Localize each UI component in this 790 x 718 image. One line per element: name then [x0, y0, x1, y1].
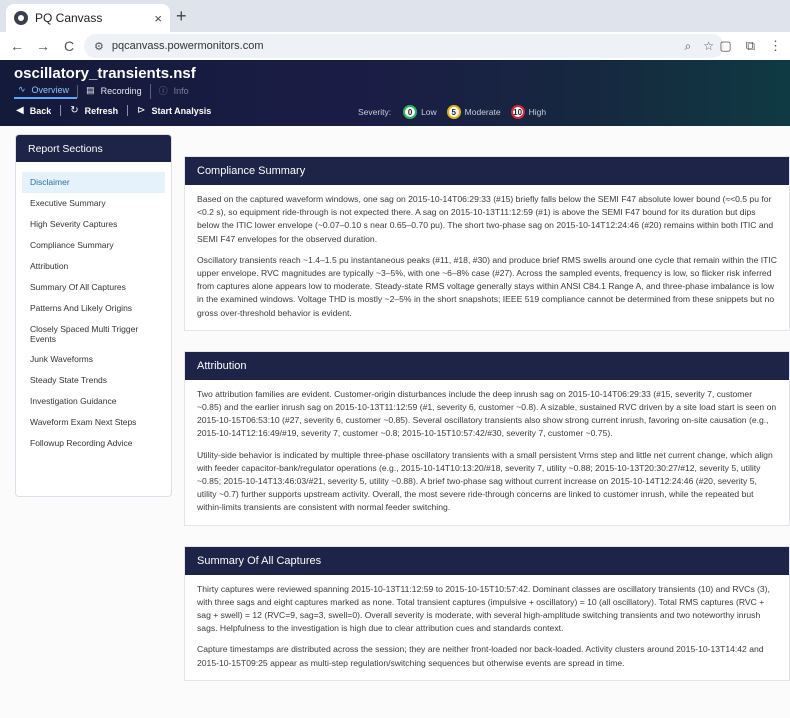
section-body: Two attribution families are evident. Cu… [185, 380, 789, 525]
content-area: Report Sections Disclaimer Executive Summ… [0, 126, 790, 718]
browser-forward-icon[interactable]: → [30, 38, 56, 54]
app-nav-tabs: ∿ Overview ▤ Recording ⓘ Info [14, 84, 197, 99]
back-label: Back [29, 105, 52, 116]
browser-tabstrip: PQ Canvass × + [0, 0, 790, 32]
severity-high: 10 High [510, 105, 547, 119]
tab-recording-label: Recording [100, 85, 142, 96]
address-bar[interactable]: ⚙ pqcanvass.powermonitors.com ⌕ ☆ [84, 34, 724, 58]
tab-info-label: Info [173, 85, 189, 96]
app-header: oscillatory_transients.nsf ∿ Overview ▤ … [0, 60, 790, 126]
section-title: Attribution [185, 351, 789, 380]
sidebar-title: Report Sections [16, 135, 171, 162]
browser-reload-icon[interactable]: C [56, 38, 82, 54]
arrow-left-icon: ◀ [16, 105, 24, 116]
refresh-icon: ↻ [70, 105, 79, 116]
severity-low-label: Low [421, 107, 437, 117]
section-paragraph: Two attribution families are evident. Cu… [197, 388, 777, 439]
severity-moderate-label: Moderate [464, 107, 501, 117]
severity-low-badge: 0 [403, 105, 418, 119]
sidebar-item-executive-summary[interactable]: Executive Summary [16, 193, 171, 214]
file-title: oscillatory_transients.nsf [14, 65, 196, 82]
browser-toolbar: ← → C ⚙ pqcanvass.powermonitors.com ⌕ ☆ … [0, 32, 790, 60]
sidebar-item-waveform-exam-next-steps[interactable]: Waveform Exam Next Steps [16, 412, 171, 433]
section-paragraph: Based on the captured waveform windows, … [197, 194, 774, 244]
sidebar-item-high-severity-captures[interactable]: High Severity Captures [16, 214, 171, 235]
severity-moderate: 5 Moderate [446, 105, 501, 119]
extensions-icon[interactable]: ⧉ [746, 38, 755, 54]
sidebar-item-junk-waveforms[interactable]: Junk Waveforms [16, 349, 171, 370]
new-tab-icon[interactable]: + [176, 6, 187, 27]
section-summary-of-all-captures: Summary Of All Captures Thirty captures w… [184, 545, 790, 681]
section-paragraph: Oscillatory transients reach ~1.4–1.5 pu… [197, 254, 777, 318]
sidebar-list: Disclaimer Executive Summary High Severity… [16, 162, 171, 454]
sidebar-item-investigation-guidance[interactable]: Investigation Guidance [16, 391, 171, 412]
severity-low: 0 Low [403, 105, 437, 119]
section-paragraph: Thirty captures were reviewed spanning 2… [197, 583, 770, 634]
zoom-icon[interactable]: ⌕ [685, 39, 692, 54]
section-body: Thirty captures were reviewed spanning 2… [185, 575, 789, 680]
sidebar-item-patterns-and-likely-origins[interactable]: Patterns And Likely Origins [16, 298, 171, 319]
severity-label: Severity: [358, 107, 392, 117]
close-tab-icon[interactable]: × [154, 11, 162, 26]
recording-icon: ▤ [86, 85, 95, 95]
back-button[interactable]: ◀ Back [14, 105, 60, 116]
tab-info[interactable]: ⓘ Info [149, 84, 197, 99]
section-compliance-summary: Compliance Summary Based on the captured … [184, 156, 790, 331]
info-icon: ⓘ [158, 86, 168, 96]
sidebar-item-compliance-summary[interactable]: Compliance Summary [16, 235, 171, 256]
refresh-button[interactable]: ↻ Refresh [60, 105, 127, 116]
sidebar-item-followup-recording-advice[interactable]: Followup Recording Advice [16, 433, 171, 454]
url-text[interactable]: pqcanvass.powermonitors.com [112, 40, 673, 52]
section-title: Compliance Summary [185, 157, 789, 185]
section-body: Based on the captured waveform windows, … [185, 185, 789, 330]
play-circle-icon: ⊳ [137, 105, 146, 116]
app-favicon-icon [14, 11, 28, 25]
section-paragraph: Capture timestamps are distributed acros… [197, 644, 764, 668]
section-paragraph: Utility-side behavior is indicated by mu… [197, 449, 773, 513]
start-analysis-label: Start Analysis [151, 105, 212, 116]
severity-legend: Severity: 0 Low 5 Moderate 10 High [358, 105, 556, 119]
bookmark-star-icon[interactable]: ☆ [703, 39, 714, 53]
browser-back-icon[interactable]: ← [4, 38, 30, 54]
tab-title: PQ Canvass [35, 11, 103, 25]
sidebar-item-closely-spaced-multi-trigger-events[interactable]: Closely Spaced Multi Trigger Events [16, 319, 171, 349]
tab-recording[interactable]: ▤ Recording [77, 85, 150, 98]
report-sections-sidebar: Report Sections Disclaimer Executive Summ… [15, 134, 172, 497]
report-main: Compliance Summary Based on the captured … [184, 156, 790, 701]
waveform-icon: ∿ [18, 84, 26, 94]
section-attribution: Attribution Two attribution families are … [184, 350, 790, 526]
tab-overview-label: Overview [31, 84, 70, 95]
sidebar-item-disclaimer[interactable]: Disclaimer [22, 172, 165, 193]
menu-icon[interactable]: ⋮ [769, 38, 782, 54]
tab-search-icon[interactable]: ▢ [719, 38, 731, 54]
severity-moderate-badge: 5 [446, 105, 461, 119]
browser-tab[interactable]: PQ Canvass × [6, 4, 170, 32]
tab-overview[interactable]: ∿ Overview [14, 84, 78, 99]
action-bar: ◀ Back ↻ Refresh ⊳ Start Analysis [14, 105, 220, 116]
start-analysis-button[interactable]: ⊳ Start Analysis [127, 105, 220, 116]
section-title: Summary Of All Captures [185, 546, 789, 575]
severity-high-label: High [528, 107, 547, 117]
site-settings-icon[interactable]: ⚙ [94, 40, 104, 53]
sidebar-item-attribution[interactable]: Attribution [16, 256, 171, 277]
sidebar-item-steady-state-trends[interactable]: Steady State Trends [16, 370, 171, 391]
refresh-label: Refresh [84, 105, 119, 116]
severity-high-badge: 10 [510, 105, 525, 119]
sidebar-item-summary-of-all-captures[interactable]: Summary Of All Captures [16, 277, 171, 298]
